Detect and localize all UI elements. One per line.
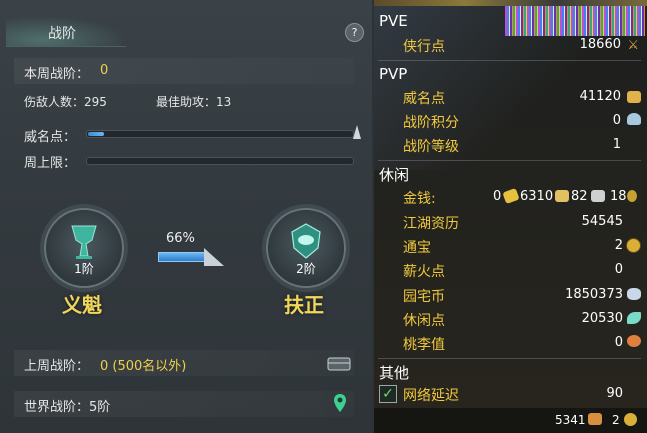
prestige-progress-bar <box>86 130 354 138</box>
section-leisure: 休闲 <box>379 166 410 184</box>
arrow-right-icon <box>204 248 224 266</box>
rank-progress-percent: 66% <box>166 231 195 246</box>
latency-checkbox[interactable]: ✓ <box>379 385 397 403</box>
yuanzhai-label: 园宅币 <box>403 289 445 305</box>
rank-emblem-yikui[interactable]: 1阶 <box>44 208 124 288</box>
weekly-cap-label: 周上限： <box>24 156 77 171</box>
zhanjie-level-value: 1 <box>612 137 621 152</box>
coin-icon <box>627 190 637 202</box>
house-coin-icon <box>627 288 641 300</box>
section-pve: PVE <box>379 12 408 30</box>
money-label: 金钱: <box>403 191 436 207</box>
emblem-level: 1阶 <box>74 262 94 276</box>
weekly-rank-value: 0 <box>100 63 109 78</box>
color-bars-decoration <box>505 6 645 36</box>
coin-icon <box>624 413 637 426</box>
emblem-name: 扶正 <box>284 293 324 317</box>
cup-icon <box>627 113 641 125</box>
silver-ingot-icon <box>555 190 569 202</box>
jianghu-label: 江湖资历 <box>403 216 459 232</box>
taoli-value: 0 <box>614 335 623 350</box>
latency-value: 90 <box>606 386 623 401</box>
tongbao-value: 2 <box>614 238 623 253</box>
bottom-count-b: 2 <box>612 413 620 427</box>
best-assist-stat: 最佳助攻：13 <box>156 95 232 109</box>
sword-icon: ⚔ <box>627 38 639 53</box>
money-gold: 0 <box>493 189 502 204</box>
divider <box>378 60 641 61</box>
shield-icon <box>291 223 321 259</box>
bottom-count-a: 5341 <box>555 413 586 427</box>
section-pvp: PVP <box>379 65 408 83</box>
coin-icon <box>626 238 641 253</box>
zhanjie-level-label: 战阶等级 <box>403 139 459 155</box>
weekly-rank-label: 本周战阶： <box>24 67 90 82</box>
bottom-status-bar: 5341 2 <box>374 408 647 433</box>
divider <box>378 160 641 161</box>
last-week-label: 上周战阶： <box>24 359 90 374</box>
xiaxingdian-label: 侠行点 <box>403 39 445 55</box>
xiuxian-label: 休闲点 <box>403 313 445 329</box>
xiaxingdian-value: 18660 <box>579 37 621 52</box>
world-rank-label: 世界战阶：5阶 <box>24 400 111 415</box>
cup-icon <box>71 225 97 259</box>
money-d: 18 <box>610 189 627 204</box>
weekly-cap-progress-bar <box>86 157 354 165</box>
rank-progress-bar <box>158 252 208 262</box>
xiuxian-value: 20530 <box>581 311 623 326</box>
xinhuo-label: 薪火点 <box>403 264 445 280</box>
latency-label: 网络延迟 <box>403 388 459 404</box>
flag-icon <box>588 413 602 425</box>
divider <box>378 358 641 359</box>
leaf-icon <box>627 312 641 324</box>
jianghu-value: 54545 <box>581 214 623 229</box>
tongbao-label: 通宝 <box>403 240 431 256</box>
weiming-label: 威名点 <box>403 91 445 107</box>
section-other: 其他 <box>379 364 410 382</box>
peach-icon <box>627 335 641 347</box>
emblem-level: 2阶 <box>296 262 316 276</box>
copper-ingot-icon <box>591 190 605 202</box>
taoli-label: 桃李值 <box>403 337 445 353</box>
kills-stat: 伤敌人数：295 <box>24 95 107 109</box>
weiming-value: 41120 <box>579 89 621 104</box>
panel-header: 战阶 <box>0 14 372 48</box>
currency-panel: PVE 侠行点 18660 ⚔ PVP 威名点 41120 战阶积分 0 战阶等… <box>374 0 647 433</box>
gold-ingot-icon <box>502 187 520 205</box>
zhanjie-score-value: 0 <box>612 113 621 128</box>
prestige-label: 威名点： <box>24 130 77 145</box>
cap-marker-icon <box>353 125 361 139</box>
location-pin-icon[interactable] <box>333 393 347 413</box>
tiger-icon <box>627 91 641 103</box>
help-button[interactable]: ? <box>345 23 364 42</box>
chest-icon[interactable] <box>326 354 352 372</box>
zhanjie-score-label: 战阶积分 <box>403 115 459 131</box>
emblem-name: 义魁 <box>62 293 102 317</box>
last-week-value: 0 (500名以外) <box>100 359 187 374</box>
panel-title: 战阶 <box>48 26 76 42</box>
yuanzhai-value: 1850373 <box>565 287 623 302</box>
xinhuo-value: 0 <box>614 262 623 277</box>
money-silver: 6310 <box>520 189 554 204</box>
prestige-progress-fill <box>88 132 104 136</box>
money-copper: 82 <box>571 189 588 204</box>
rank-emblem-fuzheng[interactable]: 2阶 <box>266 208 346 288</box>
battle-rank-panel: 战阶 ? 本周战阶： 0 伤敌人数：295 最佳助攻：13 威名点： 周上限： … <box>0 0 372 433</box>
